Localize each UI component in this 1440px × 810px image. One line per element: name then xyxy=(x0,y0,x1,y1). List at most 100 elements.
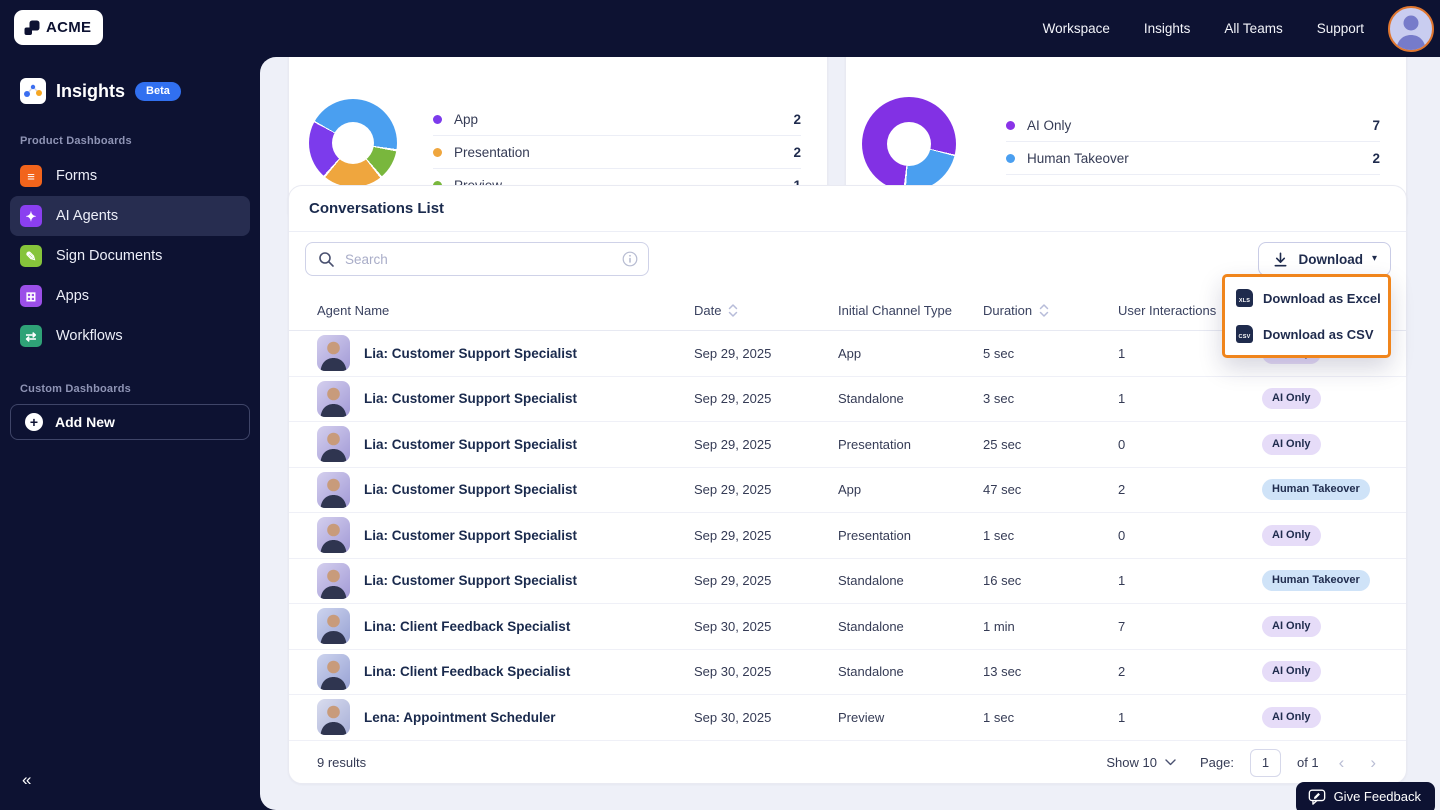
sidebar-item-label: Workflows xyxy=(56,328,123,344)
topnav-links: Workspace Insights All Teams Support xyxy=(1043,0,1364,57)
date-cell: Sep 29, 2025 xyxy=(694,345,772,361)
duration-cell: 3 sec xyxy=(983,391,1015,407)
acme-logo-icon xyxy=(23,19,41,37)
agent-cell: Lia: Customer Support Specialist xyxy=(317,335,694,372)
agent-avatar xyxy=(317,335,350,372)
give-feedback-button[interactable]: Give Feedback xyxy=(1295,782,1435,810)
sidebar-item-icon: ✦ xyxy=(20,205,42,227)
legend-value: 7 xyxy=(1372,117,1380,133)
topnav-link[interactable]: Support xyxy=(1317,21,1364,36)
topnav-link[interactable]: Workspace xyxy=(1043,21,1110,36)
takeover-donut-chart xyxy=(862,97,956,191)
column-header[interactable]: Agent Name xyxy=(317,303,694,318)
download-menu-item-label: Download as Excel xyxy=(1263,290,1381,306)
table-row[interactable]: Lia: Customer Support Specialist Sep 29,… xyxy=(289,559,1406,604)
add-new-button[interactable]: + Add New xyxy=(10,404,250,440)
download-icon xyxy=(1272,251,1289,268)
date-cell: Sep 29, 2025 xyxy=(694,573,772,589)
agent-avatar xyxy=(317,380,350,417)
table-row[interactable]: Lina: Client Feedback Specialist Sep 30,… xyxy=(289,604,1406,650)
column-header-label: Agent Name xyxy=(317,303,390,318)
info-icon[interactable] xyxy=(622,251,638,267)
agent-cell: Lina: Client Feedback Specialist xyxy=(317,653,694,690)
download-label: Download xyxy=(1298,251,1363,267)
agent-name: Lia: Customer Support Specialist xyxy=(364,573,578,589)
next-page-button[interactable]: › xyxy=(1364,754,1382,771)
status-badge: Human Takeover xyxy=(1262,479,1370,501)
download-menu-item-label: Download as CSV xyxy=(1263,326,1374,342)
status-cell: Human Takeover xyxy=(1262,479,1378,501)
duration-cell: 25 sec xyxy=(983,436,1022,452)
column-header-label: Date xyxy=(694,303,722,318)
legend-value: 2 xyxy=(793,111,801,127)
page-size-select[interactable]: Show 10 xyxy=(1106,755,1176,770)
legend-row: Human Takeover 2 xyxy=(1006,142,1380,175)
sidebar-item-label: Sign Documents xyxy=(56,248,163,264)
app-title: Insights xyxy=(56,80,126,101)
sidebar-item[interactable]: ⇄ Workflows xyxy=(10,316,250,356)
column-header-label: Duration xyxy=(983,303,1033,318)
agent-avatar xyxy=(317,653,350,690)
table-row[interactable]: Lena: Appointment Scheduler Sep 30, 2025… xyxy=(289,695,1406,741)
acme-logo[interactable]: ACME xyxy=(14,10,104,45)
user-avatar[interactable] xyxy=(1388,6,1434,52)
date-cell: Sep 30, 2025 xyxy=(694,664,772,680)
sidebar-item[interactable]: ⊞ Apps xyxy=(10,276,250,316)
download-button[interactable]: Download ▾ xyxy=(1258,242,1391,276)
topnav-link[interactable]: All Teams xyxy=(1224,21,1282,36)
legend-dot xyxy=(433,147,442,157)
duration-cell: 47 sec xyxy=(983,482,1022,498)
chevron-down-icon xyxy=(1165,759,1176,766)
conversations-toolbar: Download ▾ xyxy=(289,242,1406,276)
legend-row: App 2 xyxy=(433,103,801,136)
agent-name: Lia: Customer Support Specialist xyxy=(364,345,578,361)
agent-cell: Lia: Customer Support Specialist xyxy=(317,380,694,417)
topnav-link[interactable]: Insights xyxy=(1144,21,1191,36)
sort-icon[interactable] xyxy=(727,303,739,318)
status-badge: AI Only xyxy=(1262,615,1321,637)
duration-cell: 1 sec xyxy=(983,527,1015,543)
download-menu-item[interactable]: CSV Download as CSV xyxy=(1225,316,1388,352)
channel-cell: App xyxy=(838,345,862,361)
file-type-icon: CSV xyxy=(1236,325,1253,343)
interactions-cell: 7 xyxy=(1118,618,1126,634)
table-row[interactable]: Lia: Customer Support Specialist Sep 29,… xyxy=(289,377,1406,422)
date-cell: Sep 30, 2025 xyxy=(694,709,772,725)
search-input[interactable] xyxy=(345,251,612,267)
table-body: Lia: Customer Support Specialist Sep 29,… xyxy=(289,331,1406,741)
download-menu-item[interactable]: XLS Download as Excel xyxy=(1225,280,1388,316)
table-row[interactable]: Lia: Customer Support Specialist Sep 29,… xyxy=(289,422,1406,468)
column-header[interactable]: Initial Channel Type xyxy=(838,303,983,318)
sidebar-item[interactable]: ✎ Sign Documents xyxy=(10,236,250,276)
legend-dot xyxy=(433,114,442,124)
column-header-label: User Interactions xyxy=(1118,303,1217,318)
legend-label: App xyxy=(454,111,479,127)
status-cell: AI Only xyxy=(1262,615,1378,637)
agent-name: Lina: Client Feedback Specialist xyxy=(364,664,571,680)
product-dashboards-label: Product Dashboards xyxy=(20,135,132,147)
table-row[interactable]: Lia: Customer Support Specialist Sep 29,… xyxy=(289,513,1406,559)
agent-avatar xyxy=(317,471,350,508)
channel-cell: Preview xyxy=(838,709,885,725)
table-row[interactable]: Lina: Client Feedback Specialist Sep 30,… xyxy=(289,650,1406,695)
channel-type-donut-chart xyxy=(309,99,397,187)
column-header[interactable]: Duration xyxy=(983,303,1118,318)
column-header-label: Initial Channel Type xyxy=(838,303,952,318)
channel-cell: App xyxy=(838,482,862,498)
previous-page-button[interactable]: ‹ xyxy=(1333,754,1351,771)
sort-icon[interactable] xyxy=(1038,303,1050,318)
legend-dot xyxy=(1006,153,1015,163)
sidebar-item[interactable]: ≡ Forms xyxy=(10,156,250,196)
sidebar-item-icon: ✎ xyxy=(20,245,42,267)
person-icon xyxy=(1396,15,1426,50)
status-badge: AI Only xyxy=(1262,388,1321,410)
table-row[interactable]: Lia: Customer Support Specialist Sep 29,… xyxy=(289,468,1406,513)
sidebar-collapse-button[interactable]: « xyxy=(22,771,31,788)
results-count: 9 results xyxy=(317,755,367,770)
column-header[interactable]: Date xyxy=(694,303,838,318)
sidebar-item[interactable]: ✦ AI Agents xyxy=(10,196,250,236)
legend-label: AI Only xyxy=(1027,117,1072,133)
status-badge: AI Only xyxy=(1262,524,1321,546)
feedback-chat-icon xyxy=(1308,788,1326,805)
page-number-input[interactable] xyxy=(1249,748,1281,777)
